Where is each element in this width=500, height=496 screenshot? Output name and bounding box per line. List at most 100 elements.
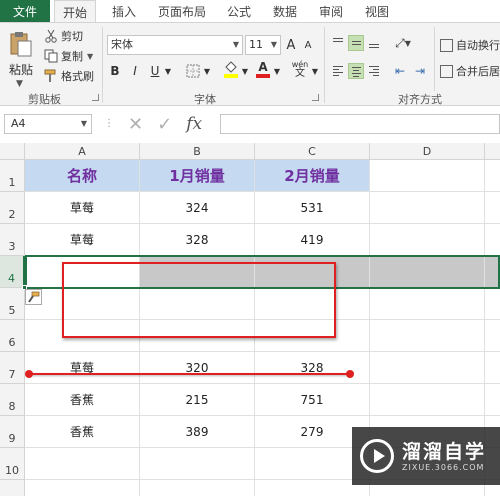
phonetic-dropdown-icon[interactable]: ▼: [310, 61, 320, 81]
insert-function-icon[interactable]: fx: [186, 114, 202, 134]
empty-cell[interactable]: [25, 480, 140, 496]
font-launcher-icon[interactable]: [312, 94, 319, 101]
row-header-10[interactable]: 10: [0, 448, 25, 480]
font-color-dropdown-icon[interactable]: ▼: [272, 61, 282, 81]
empty-cell[interactable]: [485, 192, 500, 224]
tab-view[interactable]: 视图: [358, 0, 396, 22]
empty-cell[interactable]: [370, 160, 485, 192]
cell-a8[interactable]: 香蕉: [25, 384, 140, 416]
cell-a7[interactable]: 草莓: [25, 352, 140, 384]
tab-insert[interactable]: 插入: [104, 0, 144, 22]
name-box[interactable]: A4 ▼: [4, 114, 92, 134]
cell-b9[interactable]: 389: [140, 416, 255, 448]
empty-cell[interactable]: [485, 320, 500, 352]
empty-cell[interactable]: [485, 224, 500, 256]
tab-review[interactable]: 审阅: [312, 0, 350, 22]
tab-file[interactable]: 文件: [0, 0, 50, 22]
column-header-a[interactable]: A: [25, 143, 140, 160]
underline-button[interactable]: U: [147, 61, 163, 81]
shrink-font-button[interactable]: A: [300, 35, 316, 55]
row-header-6[interactable]: 6: [0, 320, 25, 352]
row-header-2[interactable]: 2: [0, 192, 25, 224]
column-header-b[interactable]: B: [140, 143, 255, 160]
align-right-icon[interactable]: [366, 63, 382, 79]
row-header-8[interactable]: 8: [0, 384, 25, 416]
fill-color-dropdown-icon[interactable]: ▼: [240, 61, 250, 81]
font-name-select[interactable]: 宋体 ▼: [107, 35, 243, 55]
align-bottom-icon[interactable]: [366, 35, 382, 51]
insert-options-button[interactable]: [25, 289, 42, 305]
empty-cell[interactable]: [370, 352, 485, 384]
empty-cell[interactable]: [485, 160, 500, 192]
bold-button[interactable]: B: [107, 61, 123, 81]
clipboard-launcher-icon[interactable]: [92, 94, 99, 101]
cell-b2[interactable]: 324: [140, 192, 255, 224]
copy-dropdown-icon[interactable]: ▼: [87, 52, 93, 61]
paste-button-label[interactable]: 粘贴: [9, 61, 33, 78]
column-header-d[interactable]: D: [370, 143, 485, 160]
font-size-select[interactable]: 11 ▼: [245, 35, 281, 55]
format-painter-button[interactable]: 格式刷: [44, 67, 94, 85]
grow-font-button[interactable]: A: [283, 35, 299, 55]
underline-dropdown-icon[interactable]: ▼: [163, 61, 173, 81]
align-left-icon[interactable]: [330, 63, 346, 79]
empty-cell[interactable]: [25, 448, 140, 480]
paste-icon[interactable]: [10, 31, 32, 57]
row-header-4[interactable]: 4: [0, 256, 25, 288]
cell-b7[interactable]: 320: [140, 352, 255, 384]
merge-center-button[interactable]: 合并后居: [440, 63, 500, 79]
empty-cell[interactable]: [370, 224, 485, 256]
row-header-11[interactable]: [0, 480, 25, 496]
paste-dropdown-icon[interactable]: ▼: [16, 79, 23, 89]
orientation-button[interactable]: ⤢ ▼: [392, 33, 414, 53]
tab-formulas[interactable]: 公式: [220, 0, 258, 22]
empty-cell[interactable]: [485, 384, 500, 416]
select-all-corner[interactable]: [0, 143, 25, 160]
cell-a3[interactable]: 草莓: [25, 224, 140, 256]
cell-b8[interactable]: 215: [140, 384, 255, 416]
formula-input[interactable]: [220, 114, 500, 134]
tab-page-layout[interactable]: 页面布局: [152, 0, 212, 22]
tab-home[interactable]: 开始: [54, 0, 96, 23]
enter-check-icon[interactable]: ✓: [157, 114, 172, 135]
cell-a9[interactable]: 香蕉: [25, 416, 140, 448]
column-header-e[interactable]: [485, 143, 500, 160]
row-header-3[interactable]: 3: [0, 224, 25, 256]
decrease-indent-icon[interactable]: ⇤: [392, 61, 408, 81]
row-header-9[interactable]: 9: [0, 416, 25, 448]
cell-c3[interactable]: 419: [255, 224, 370, 256]
empty-cell[interactable]: [485, 288, 500, 320]
borders-button[interactable]: [184, 61, 202, 81]
cell-a2[interactable]: 草莓: [25, 192, 140, 224]
increase-indent-icon[interactable]: ⇥: [412, 61, 428, 81]
cell-c2[interactable]: 531: [255, 192, 370, 224]
align-center-icon[interactable]: [348, 63, 364, 79]
empty-cell[interactable]: [370, 320, 485, 352]
align-middle-icon[interactable]: [348, 35, 364, 51]
fill-color-button[interactable]: [222, 59, 240, 79]
empty-cell[interactable]: [370, 192, 485, 224]
cut-button[interactable]: 剪切: [44, 27, 83, 45]
borders-dropdown-icon[interactable]: ▼: [202, 61, 212, 81]
cell-c8[interactable]: 751: [255, 384, 370, 416]
wrap-text-button[interactable]: 自动换行: [440, 37, 500, 53]
empty-cell[interactable]: [370, 384, 485, 416]
font-color-button[interactable]: A: [254, 59, 272, 79]
empty-cell[interactable]: [370, 288, 485, 320]
row-header-7[interactable]: 7: [0, 352, 25, 384]
cancel-icon[interactable]: ✕: [128, 114, 143, 135]
empty-cell[interactable]: [140, 448, 255, 480]
empty-cell[interactable]: [140, 480, 255, 496]
tab-data[interactable]: 数据: [266, 0, 304, 22]
cell-a1[interactable]: 名称: [25, 160, 140, 192]
phonetic-button[interactable]: wén 文: [290, 59, 310, 79]
cell-b3[interactable]: 328: [140, 224, 255, 256]
row-header-5[interactable]: 5: [0, 288, 25, 320]
italic-button[interactable]: I: [127, 61, 143, 81]
cell-b1[interactable]: 1月销量: [140, 160, 255, 192]
cell-c1[interactable]: 2月销量: [255, 160, 370, 192]
copy-button[interactable]: 复制 ▼: [44, 47, 93, 65]
row-header-1[interactable]: 1: [0, 160, 25, 192]
align-top-icon[interactable]: [330, 35, 346, 51]
column-header-c[interactable]: C: [255, 143, 370, 160]
